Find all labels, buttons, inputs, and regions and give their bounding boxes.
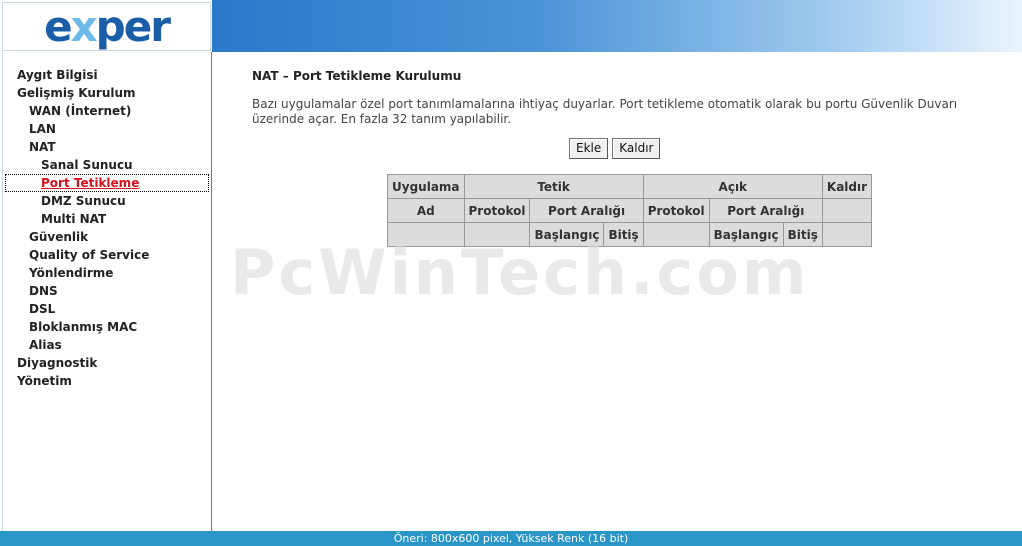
sidebar-item-port-triggering[interactable]: Port Tetikleme (5, 174, 209, 192)
col-remove-spacer-2 (821, 222, 873, 247)
sidebar-item-multi-nat[interactable]: Multi NAT (3, 210, 211, 228)
top-banner: exper (0, 0, 1022, 52)
sidebar-item-security[interactable]: Güvenlik (3, 228, 211, 246)
sidebar-item-routing[interactable]: Yönlendirme (3, 264, 211, 282)
col-trigger-protocol: Protokol (463, 198, 531, 223)
col-trigger-end: Bitiş (603, 222, 644, 247)
sidebar-item-device-info[interactable]: Aygıt Bilgisi (3, 66, 211, 84)
sidebar-item-wan[interactable]: WAN (İnternet) (3, 102, 211, 120)
col-remove-spacer (821, 198, 873, 223)
col-trigger: Tetik (463, 174, 644, 199)
page-description: Bazı uygulamalar özel port tanımlamaları… (252, 97, 958, 126)
col-trigger-start: Başlangıç (529, 222, 605, 247)
sidebar-item-lan[interactable]: LAN (3, 120, 211, 138)
col-remove: Kaldır (821, 174, 873, 199)
header-gradient (212, 0, 1022, 52)
sidebar-item-alias[interactable]: Alias (3, 336, 211, 354)
table-header-row-2: Ad Protokol Port Aralığı Protokol Port A… (387, 198, 873, 223)
table-header-row-3: Başlangıç Bitiş Başlangıç Bitiş (387, 222, 873, 247)
col-trigger-port-range: Port Aralığı (529, 198, 644, 223)
sidebar-item-management[interactable]: Yönetim (3, 372, 211, 390)
col-open-protocol: Protokol (642, 198, 710, 223)
remove-button[interactable]: Kaldır (612, 138, 661, 159)
col-open-protocol-spacer (642, 222, 710, 247)
col-trigger-protocol-spacer (463, 222, 531, 247)
action-buttons: Ekle Kaldır (569, 138, 661, 159)
col-open: Açık (642, 174, 823, 199)
port-trigger-table: Uygulama Tetik Açık Kaldır Ad Protokol P… (387, 174, 873, 247)
col-application: Uygulama (387, 174, 465, 199)
sidebar-item-virtual-server[interactable]: Sanal Sunucu (3, 156, 211, 174)
sidebar: Aygıt Bilgisi Gelişmiş Kurulum WAN (İnte… (2, 52, 212, 531)
col-name-spacer (387, 222, 465, 247)
sidebar-item-dsl[interactable]: DSL (3, 300, 211, 318)
footer-recommendation: Öneri: 800x600 pixel, Yüksek Renk (16 bi… (393, 532, 629, 545)
logo-wordmark: exper (44, 1, 171, 51)
col-open-end: Bitiş (782, 222, 823, 247)
sidebar-item-advanced-setup[interactable]: Gelişmiş Kurulum (3, 84, 211, 102)
sidebar-item-qos[interactable]: Quality of Service (3, 246, 211, 264)
sidebar-item-dmz-host[interactable]: DMZ Sunucu (3, 192, 211, 210)
col-name: Ad (387, 198, 465, 223)
sidebar-item-blocked-mac[interactable]: Bloklanmış MAC (3, 318, 211, 336)
sidebar-menu: Aygıt Bilgisi Gelişmiş Kurulum WAN (İnte… (3, 52, 211, 390)
col-open-start: Başlangıç (708, 222, 784, 247)
table-header-row-1: Uygulama Tetik Açık Kaldır (387, 174, 873, 199)
footer-bar: Öneri: 800x600 pixel, Yüksek Renk (16 bi… (0, 531, 1022, 546)
exper-logo: exper (2, 2, 211, 51)
sidebar-item-diagnostics[interactable]: Diyagnostik (3, 354, 211, 372)
sidebar-item-dns[interactable]: DNS (3, 282, 211, 300)
sidebar-item-nat[interactable]: NAT (3, 138, 211, 156)
page-title: NAT – Port Tetikleme Kurulumu (252, 69, 462, 83)
col-open-port-range: Port Aralığı (708, 198, 823, 223)
main-content: NAT – Port Tetikleme Kurulumu Bazı uygul… (252, 52, 1012, 247)
add-button[interactable]: Ekle (569, 138, 609, 159)
